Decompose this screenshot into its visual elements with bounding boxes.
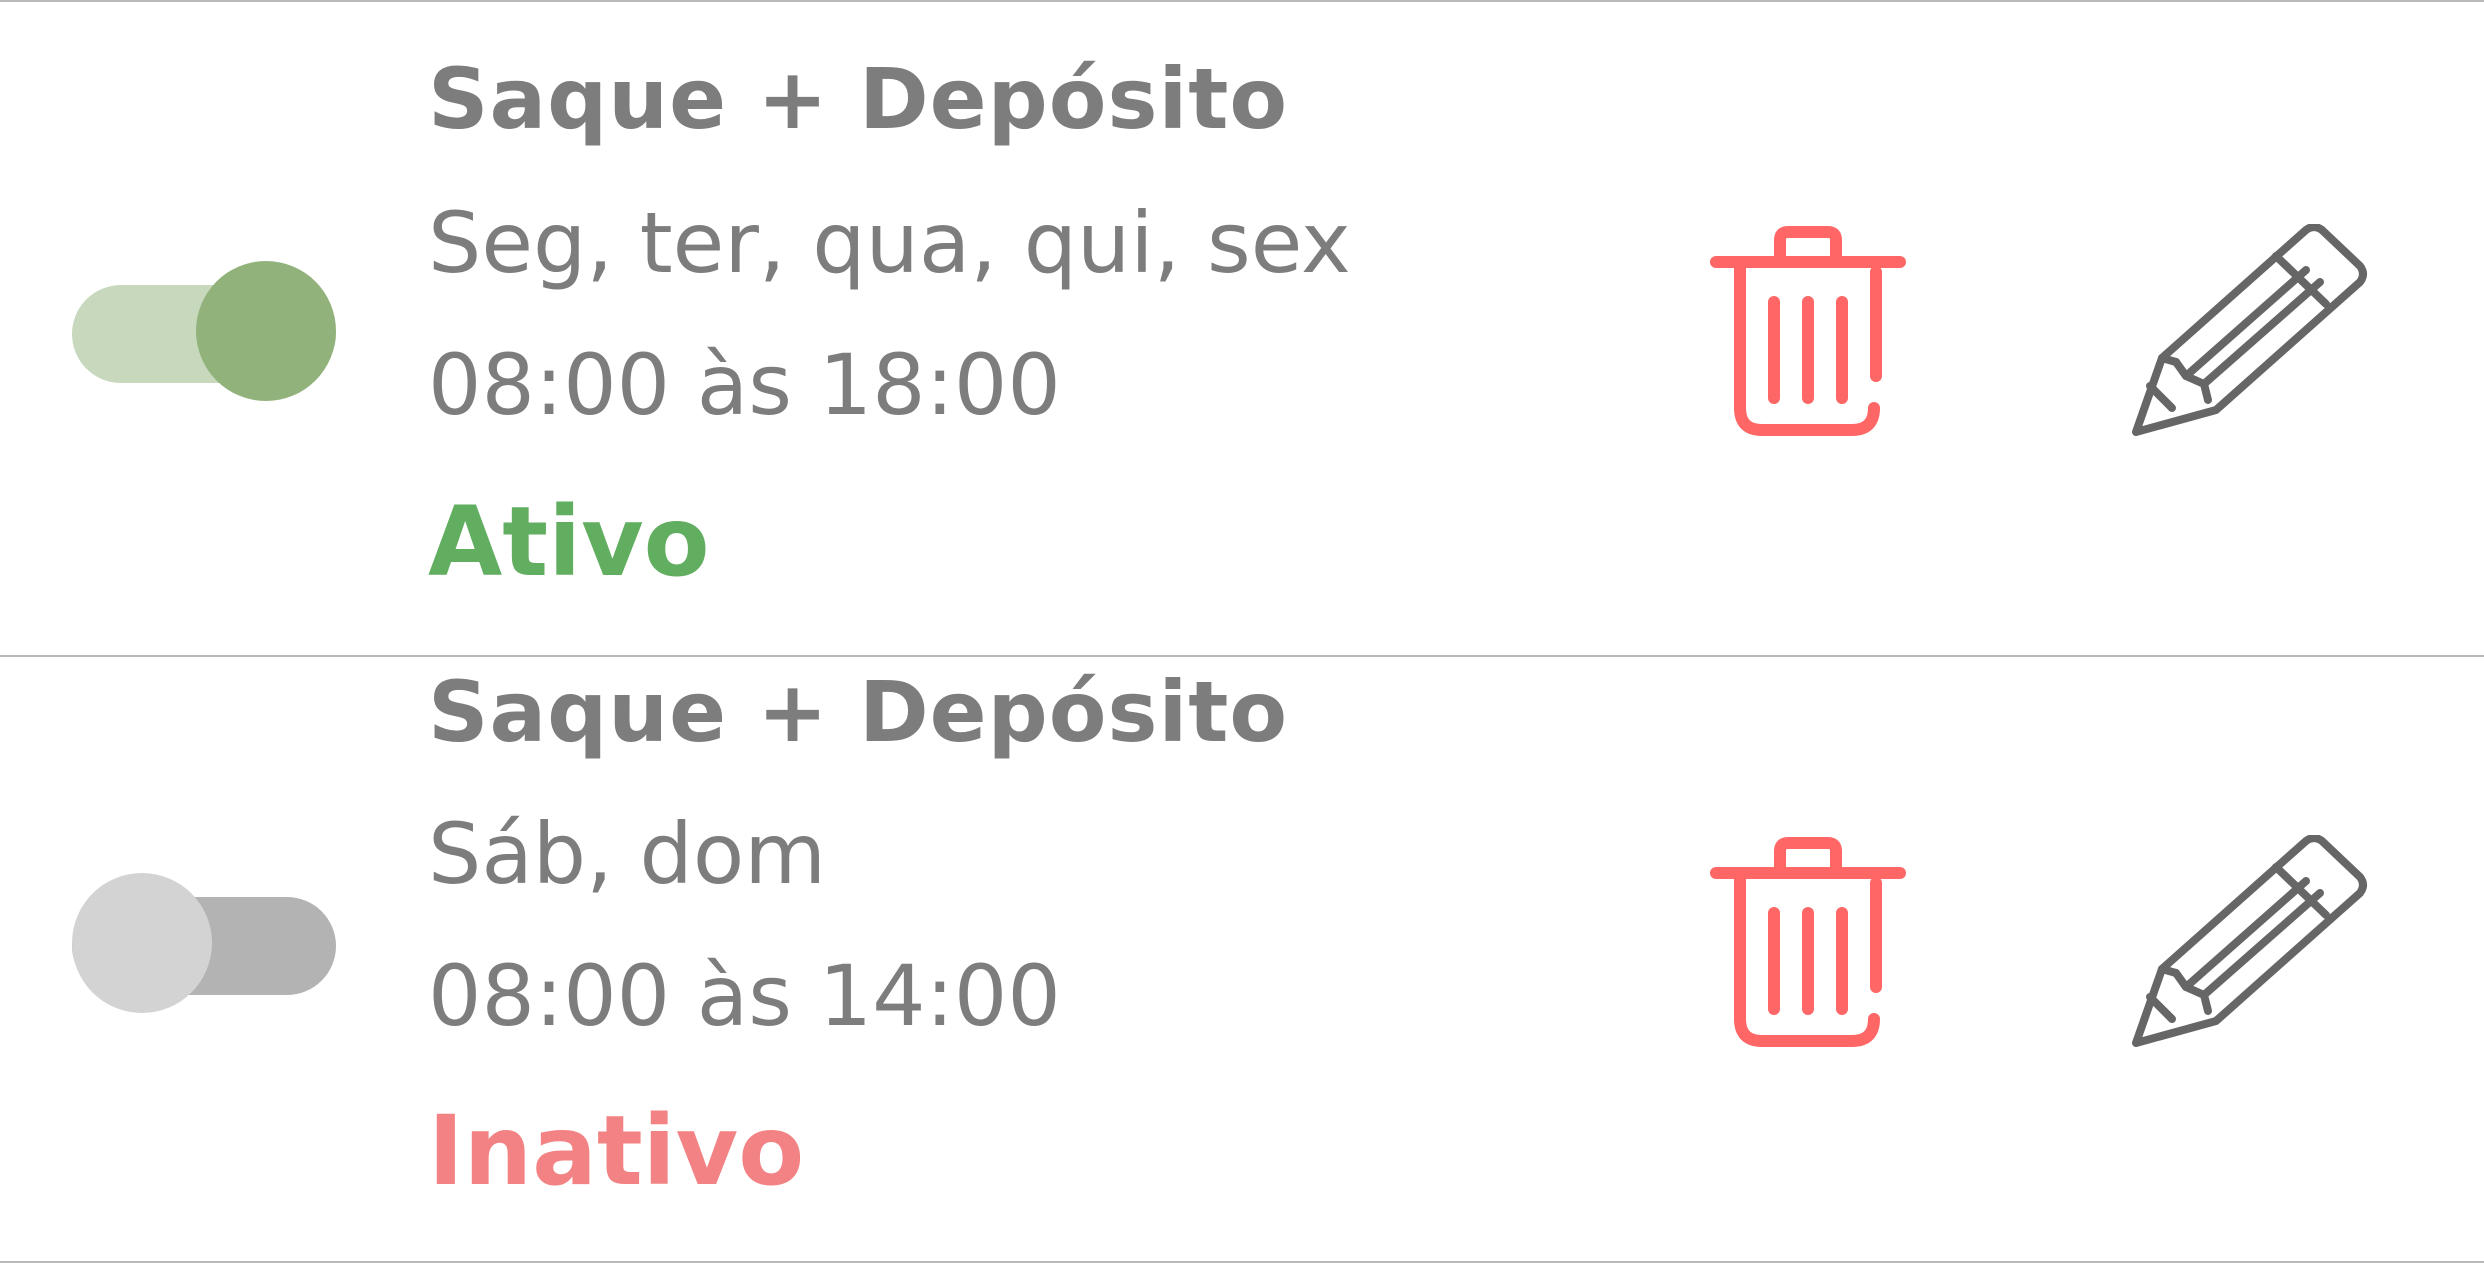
status-label: Inativo: [428, 1095, 805, 1207]
schedule-days: Seg, ter, qua, qui, sex: [428, 194, 1351, 292]
toggle-knob: [72, 873, 212, 1013]
delete-button[interactable]: [1710, 224, 1906, 436]
schedule-hours: 08:00 às 14:00: [428, 947, 1061, 1045]
schedule-hours: 08:00 às 18:00: [428, 336, 1061, 434]
schedule-toggle-active[interactable]: [72, 261, 338, 401]
edit-button[interactable]: [2130, 835, 2368, 1047]
status-label: Ativo: [428, 486, 710, 598]
edit-button[interactable]: [2130, 224, 2368, 436]
schedule-toggle-inactive[interactable]: [72, 873, 338, 1013]
delete-button[interactable]: [1710, 835, 1906, 1047]
divider: [0, 1261, 2484, 1263]
schedule-row: Saque + Depósito Seg, ter, qua, qui, sex…: [0, 2, 2484, 616]
schedule-list: Saque + Depósito Seg, ter, qua, qui, sex…: [0, 0, 2484, 1264]
toggle-knob: [196, 261, 336, 401]
schedule-row: Saque + Depósito Sáb, dom 08:00 às 14:00…: [0, 657, 2484, 1264]
schedule-title: Saque + Depósito: [428, 663, 1289, 761]
trash-icon: [1710, 837, 1906, 1047]
trash-icon: [1710, 226, 1906, 436]
pencil-icon: [2132, 835, 2367, 1047]
schedule-title: Saque + Depósito: [428, 50, 1289, 148]
pencil-icon: [2132, 224, 2367, 436]
schedule-days: Sáb, dom: [428, 805, 827, 903]
